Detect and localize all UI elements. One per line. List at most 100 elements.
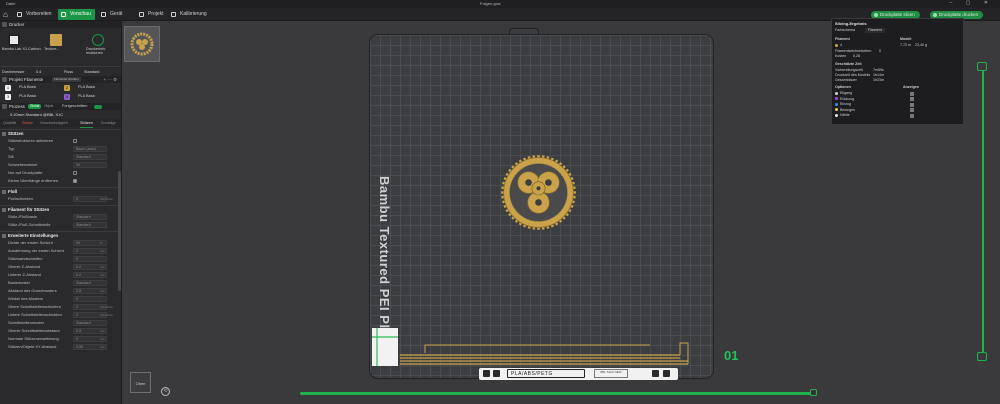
setting-label: Schwellenwinkel xyxy=(8,162,38,167)
setting-value-field[interactable]: 30 xyxy=(73,162,107,168)
setting-label: Schnittstellenmuster xyxy=(8,320,45,325)
setting-row: Normale Stützenerweiterung 0 mm xyxy=(0,335,121,343)
setting-unit: mm xyxy=(100,289,105,293)
plate-thumbnail[interactable] xyxy=(124,26,160,62)
option-color-swatch xyxy=(835,102,838,106)
setting-label: Stütz-/Floßbasis xyxy=(8,214,37,219)
tab-speed[interactable]: Geschwindigkeit xyxy=(40,119,68,127)
plus-icon[interactable]: + ⋯ ⚙ xyxy=(104,76,117,83)
slicing-results-panel: Slicing-Ergebnis Farbschema Filament Fil… xyxy=(831,18,964,125)
support-filament-icon xyxy=(2,208,6,212)
tab-others[interactable]: Sonstige xyxy=(101,119,116,127)
arrange-icon[interactable] xyxy=(493,370,500,377)
setting-unit: mm xyxy=(100,337,105,341)
setting-label: Stützwandschleifen xyxy=(8,256,43,261)
gear-model[interactable] xyxy=(497,150,580,235)
setting-checkbox[interactable] xyxy=(73,139,77,143)
title-bar: Datei Folgen.gcw – ▢ ✕ xyxy=(0,0,1000,8)
plate-logo: BBL SLIM NEW xyxy=(594,369,628,378)
option-visibility-checkbox[interactable] xyxy=(910,102,914,107)
tab-supports[interactable]: Stützen xyxy=(80,119,93,128)
support-filament-group: Filament für Stützen xyxy=(0,205,121,213)
tab-prepare[interactable]: Vorbereiten xyxy=(14,9,56,20)
setting-label: Unterer Z-Abstand xyxy=(8,272,41,277)
option-row: Nähte xyxy=(835,113,960,118)
setting-checkbox[interactable] xyxy=(73,171,77,175)
setting-unit: mm xyxy=(100,345,105,349)
layer-slider-top-handle[interactable] xyxy=(977,62,987,71)
printer-section-header[interactable]: Drucker xyxy=(0,21,121,28)
settings-icon[interactable] xyxy=(663,370,670,377)
option-visibility-checkbox[interactable] xyxy=(910,108,914,112)
results-columns: Filament Modell xyxy=(835,37,912,41)
option-visibility-checkbox[interactable] xyxy=(910,97,914,101)
process-section-header[interactable]: Prozess Global Objekt Fortgeschritten xyxy=(0,103,121,110)
grid-icon[interactable] xyxy=(483,370,490,377)
plate-number[interactable]: 01 xyxy=(724,348,738,363)
prepare-icon xyxy=(17,12,22,17)
home-icon[interactable]: ⌂ xyxy=(3,10,12,19)
printer-card[interactable]: Bambu Lab X1 Carbon xyxy=(2,32,41,54)
setting-row: Winkel des Musters 0 ° xyxy=(0,295,121,303)
setting-unit: ° xyxy=(100,297,102,301)
setting-row: Oberer Schnittstellenabstand 0.5 mm xyxy=(0,327,121,335)
printer-box: Bambu Lab X1 Carbon Texture... Druckerin… xyxy=(0,28,121,66)
setting-label: Typ xyxy=(8,146,15,151)
option-color-swatch xyxy=(835,113,838,117)
advanced-rows: Dichte der ersten Schicht 90% Ausdehnung d… xyxy=(0,239,121,351)
setting-value-field[interactable]: Standard xyxy=(73,214,107,220)
setting-unit: Schichten xyxy=(100,305,114,309)
left-panel-scrollbar[interactable] xyxy=(118,171,121,291)
setting-row: Ausdehnung der ersten Schicht 2 mm xyxy=(0,247,121,255)
raft-group: Floß xyxy=(0,187,121,195)
setting-value-field[interactable]: Standard xyxy=(73,154,107,160)
tab-quality[interactable]: Qualität xyxy=(3,119,16,127)
tab-project[interactable]: Projekt xyxy=(136,9,168,20)
setting-value-field[interactable]: 0 xyxy=(73,296,107,302)
tab-strength[interactable]: Stärke xyxy=(22,119,33,127)
option-visibility-checkbox[interactable] xyxy=(910,91,914,96)
setting-unit: Schichten xyxy=(100,197,114,201)
tab-preview[interactable]: Vorschau xyxy=(58,9,95,20)
move-slider[interactable] xyxy=(300,389,817,396)
setting-label: Untere Schnittstellenschichten xyxy=(8,312,62,317)
window-controls[interactable]: – ▢ ✕ xyxy=(950,0,994,6)
setting-row: Basismuster Standard xyxy=(0,279,121,287)
setting-unit: Schichten xyxy=(100,313,114,317)
printer-icon xyxy=(2,22,7,27)
time-title: Geschätzte Zeit xyxy=(835,62,862,66)
option-label: Einzug xyxy=(840,102,851,106)
printer-info-card[interactable]: Druckerinfo rmationen xyxy=(86,32,114,55)
option-color-swatch xyxy=(835,91,838,95)
filament-section-header[interactable]: Projekt Filamente Filamente drucken + ⋯ … xyxy=(0,76,121,83)
setting-value-field[interactable]: Standard xyxy=(73,280,107,286)
trash-icon[interactable] xyxy=(652,370,659,377)
filament-swatch xyxy=(835,43,838,47)
setting-value-field[interactable]: 0 xyxy=(73,256,107,262)
plate-card[interactable]: Texture... xyxy=(44,32,72,54)
setting-label: Oberer Schnittstellenabstand xyxy=(8,328,60,333)
tab-device[interactable]: Gerät xyxy=(98,9,127,20)
thumbnail-gear-icon xyxy=(130,32,154,56)
layer-slider[interactable] xyxy=(975,62,989,362)
process-profile[interactable]: 0.20mm Standard @BBL X1C xyxy=(0,110,121,119)
setting-label: Winkel des Musters xyxy=(8,296,43,301)
tab-calibration[interactable]: Kalibrierung xyxy=(168,9,211,20)
plate-image xyxy=(50,34,62,46)
setting-value-field[interactable]: Standard xyxy=(73,320,107,326)
setting-value-field[interactable]: Baum (auto) xyxy=(73,146,107,152)
option-visibility-checkbox[interactable] xyxy=(910,113,914,118)
file-menu[interactable]: Datei xyxy=(6,1,15,6)
layer-slider-bottom-handle[interactable] xyxy=(977,352,987,361)
move-slider-handle[interactable] xyxy=(810,389,817,396)
results-title: Slicing-Ergebnis xyxy=(835,21,867,26)
setting-value-field[interactable]: Standard xyxy=(73,222,107,228)
orientation-icon[interactable]: ⟲ xyxy=(161,387,170,396)
setting-checkbox[interactable] xyxy=(73,179,77,183)
view-cube[interactable]: Oben xyxy=(130,372,151,393)
setting-row: Stütz-/Floß-Schnittstelle Standard xyxy=(0,221,121,229)
advanced-toggle[interactable] xyxy=(94,105,102,109)
setting-label: Floßschichten xyxy=(8,196,33,201)
advanced-icon xyxy=(2,234,6,238)
setting-label: Stützen/Objekt XY-Abstand xyxy=(8,344,57,349)
